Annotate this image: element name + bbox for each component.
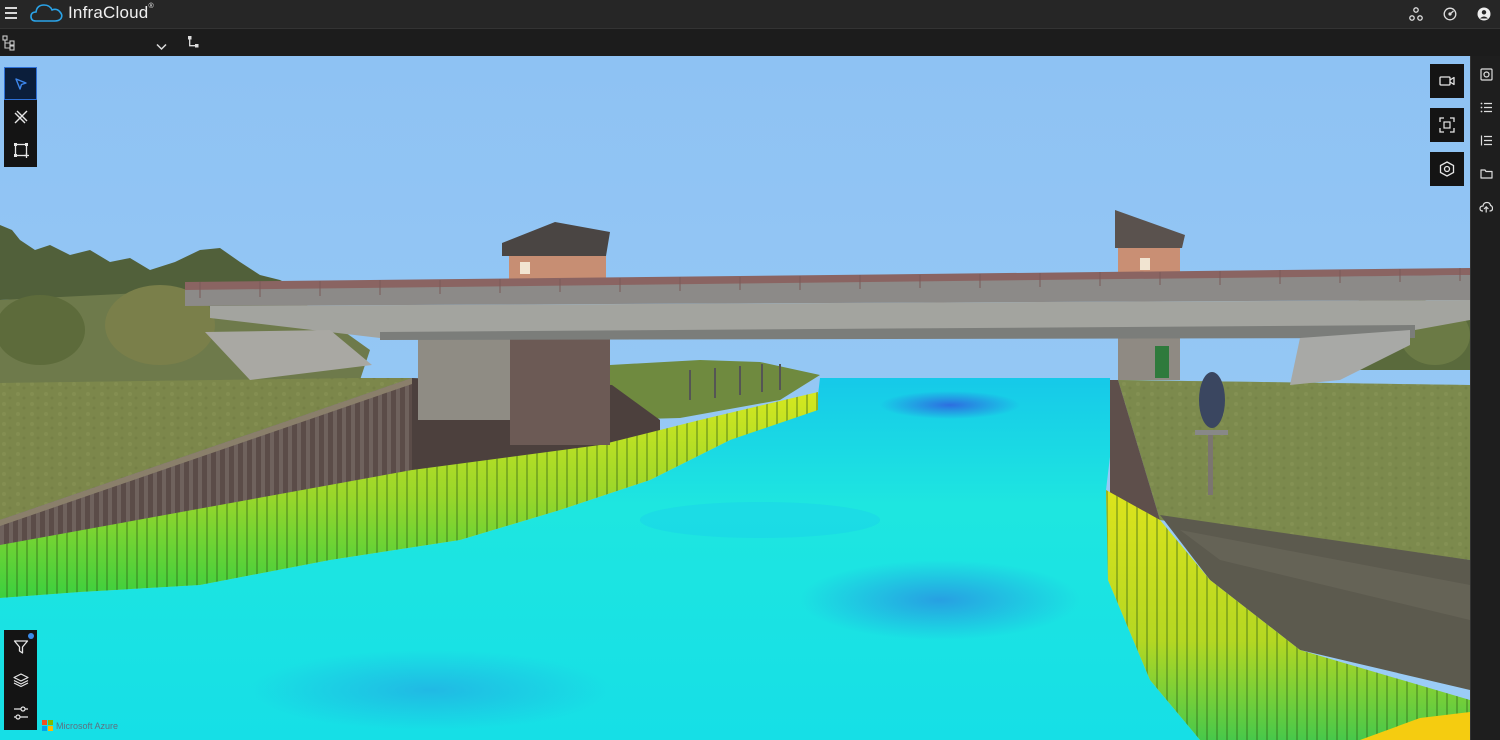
filter-icon[interactable] (4, 630, 37, 663)
area-select-icon[interactable] (4, 133, 37, 166)
dashboard-icon[interactable] (1440, 4, 1460, 24)
layers-icon[interactable] (4, 663, 37, 696)
focus-frame-icon[interactable] (1430, 108, 1464, 142)
view-options (4, 630, 37, 730)
hexagon-object-icon[interactable] (1430, 152, 1464, 186)
selection-tools (4, 67, 37, 167)
measure-tools-icon[interactable] (4, 100, 37, 133)
azure-label: Microsoft Azure (56, 720, 119, 731)
ordered-list-icon[interactable] (1471, 124, 1500, 157)
cloud-icon (30, 4, 63, 22)
cursor-icon[interactable] (4, 67, 37, 100)
filter-active-indicator (28, 633, 34, 639)
3d-viewport[interactable]: Microsoft Azure (0, 56, 1470, 740)
top-bar: InfraCloud® (0, 0, 1500, 28)
model-tree-icon[interactable] (2, 35, 16, 56)
brand-name: InfraCloud® (68, 3, 154, 22)
network-icon[interactable] (1406, 4, 1426, 24)
point-cloud-scene (0, 56, 1470, 740)
right-rail (1470, 56, 1500, 740)
brand[interactable]: InfraCloud® (30, 2, 154, 24)
viewer-icon[interactable] (1471, 58, 1500, 91)
sliders-icon[interactable] (4, 696, 37, 729)
azure-watermark: Microsoft Azure (42, 720, 118, 731)
video-camera-icon[interactable] (1430, 64, 1464, 98)
folder-icon[interactable] (1471, 157, 1500, 190)
hierarchy-icon[interactable] (187, 35, 200, 55)
model-toolbar (0, 28, 1500, 56)
cloud-upload-icon[interactable] (1471, 190, 1500, 223)
user-icon[interactable] (1474, 4, 1494, 24)
chevron-down-icon[interactable] (156, 38, 167, 56)
list-icon[interactable] (1471, 91, 1500, 124)
hamburger-icon[interactable] (5, 7, 17, 19)
microsoft-logo-icon (42, 720, 53, 731)
